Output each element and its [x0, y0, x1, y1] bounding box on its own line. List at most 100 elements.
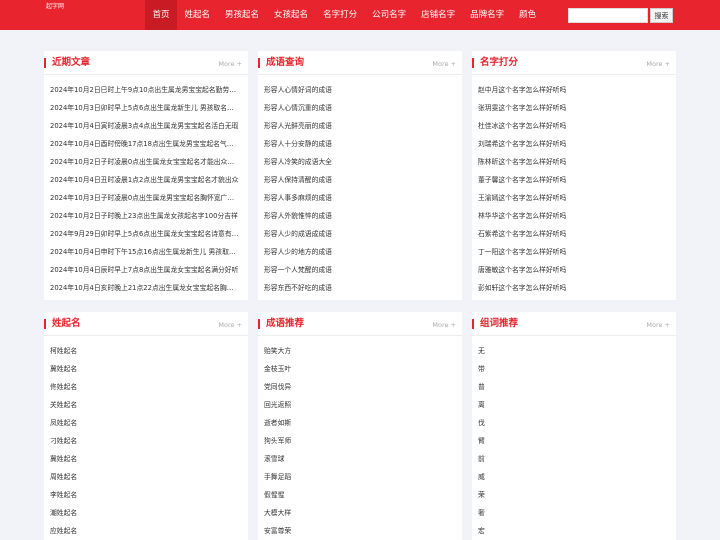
more-link[interactable]: More +: [646, 59, 670, 69]
list-item[interactable]: 应姓起名: [44, 522, 248, 540]
list-item[interactable]: 2024年10月3日子时凌晨0点出生属龙男宝宝起名胸怀宽广的名字: [44, 189, 248, 207]
main-nav: 首页 姓起名 男孩起名 女孩起名 名字打分 公司名字 店铺名字 品牌名字 颜色: [145, 0, 544, 30]
nav-item-1[interactable]: 姓起名: [177, 0, 218, 30]
nav-item-6[interactable]: 店铺名字: [414, 0, 463, 30]
list-item[interactable]: 2024年9月29日卯时早上5点6点出生属龙女宝宝起名诗意有涵养: [44, 225, 248, 243]
list-item[interactable]: 威: [472, 468, 676, 486]
list-item[interactable]: 2024年10月4日丑时凌晨1点2点出生属龙男宝宝起名才貌出众: [44, 171, 248, 189]
panel-idiom-recommend: 成语推荐 More + 贻笑大方 金枝玉叶 党同伐异 回光返照 逝者如斯 狗头军师 滚雪球手…: [257, 312, 462, 540]
list-item[interactable]: 周姓起名: [44, 468, 248, 486]
list-item[interactable]: 2024年10月2日巳时上午9点10点出生属龙男宝宝起名勤劳勇敢: [44, 81, 248, 99]
list-item[interactable]: 丁一阳这个名字怎么样好听吗: [472, 243, 676, 261]
list-item[interactable]: 手舞足蹈: [258, 468, 462, 486]
list-item[interactable]: 形容人心情好词的成语: [258, 81, 462, 99]
list-item[interactable]: 回光返照: [258, 396, 462, 414]
list-item[interactable]: 冀姓起名: [44, 360, 248, 378]
list-item[interactable]: 形容人少的地方的成语: [258, 243, 462, 261]
list-item[interactable]: 林华华这个名字怎么样好听吗: [472, 207, 676, 225]
list-item[interactable]: 宏: [472, 522, 676, 540]
panel-title: 成语查询: [257, 57, 305, 68]
list-item[interactable]: 贻笑大方: [258, 342, 462, 360]
list-item[interactable]: 金枝玉叶: [258, 360, 462, 378]
list-item[interactable]: 狗头军师: [258, 432, 462, 450]
panel-title: 近期文章: [43, 57, 91, 68]
list-item[interactable]: 赵中月这个名字怎么样好听吗: [472, 81, 676, 99]
list-item[interactable]: 刘瑞希这个名字怎么样好听吗: [472, 135, 676, 153]
article-list: 2024年10月2日巳时上午9点10点出生属龙男宝宝起名勤劳勇敢 2024年10月…: [44, 75, 248, 297]
list-item[interactable]: 大模大样: [258, 504, 462, 522]
list-item[interactable]: 离: [472, 396, 676, 414]
list-item[interactable]: 形容人十分安静的成语: [258, 135, 462, 153]
list-item[interactable]: 伐: [472, 414, 676, 432]
list-item[interactable]: 2024年10月4日酉时傍晚17点18点出生属龙男宝宝起名气质非凡: [44, 135, 248, 153]
list-item[interactable]: 前: [472, 450, 676, 468]
nav-item-5[interactable]: 公司名字: [365, 0, 414, 30]
panel-surname-naming: 姓起名 More + 柯姓起名 冀姓起名 佟姓起名 关姓起名 凤姓起名 刁姓起名 冀姓起名周…: [44, 312, 248, 540]
list-item[interactable]: 荣: [472, 486, 676, 504]
nav-item-8[interactable]: 颜色: [512, 0, 544, 30]
list-item[interactable]: 刁姓起名: [44, 432, 248, 450]
word-recommend-list: 无带普离伐臂前威荣奢宏: [472, 336, 676, 540]
list-item[interactable]: 冀姓起名: [44, 450, 248, 468]
more-link[interactable]: More +: [218, 59, 242, 69]
panel-recent-articles: 近期文章 More + 2024年10月2日巳时上午9点10点出生属龙男宝宝起名…: [43, 51, 248, 300]
list-item[interactable]: 滚雪球: [258, 450, 462, 468]
list-item[interactable]: 董子馨这个名字怎么样好听吗: [472, 171, 676, 189]
list-item[interactable]: 2024年10月4日寅时凌晨3点4点出生属龙男宝宝起名活白无瑕: [44, 117, 248, 135]
list-item[interactable]: 奢: [472, 504, 676, 522]
list-item[interactable]: 2024年10月3日卯时早上5点6点出生属龙新生儿 男孩取名字大全: [44, 99, 248, 117]
list-item[interactable]: 形容人事多麻烦的成语: [258, 189, 462, 207]
more-link[interactable]: More +: [432, 59, 456, 69]
search-button[interactable]: 搜索: [650, 8, 673, 23]
list-item[interactable]: 形容一个人梵醒的成语: [258, 261, 462, 279]
list-item[interactable]: 逝者如斯: [258, 414, 462, 432]
list-item[interactable]: 2024年10月2日子时凌晨0点出生属龙女宝宝起名才能出众的名字: [44, 153, 248, 171]
list-item[interactable]: 柯姓起名: [44, 342, 248, 360]
list-item[interactable]: 佟姓起名: [44, 378, 248, 396]
list-item[interactable]: 安富尊荣: [258, 522, 462, 540]
list-item[interactable]: 王渝嫣这个名字怎么样好听吗: [472, 189, 676, 207]
panel-name-score: 名字打分 More + 赵中月这个名字怎么样好听吗 张玥雯这个名字怎么样好听吗 杜佳…: [471, 51, 676, 300]
nav-item-7[interactable]: 品牌名字: [463, 0, 512, 30]
list-item[interactable]: 形容人保持清醒的成语: [258, 171, 462, 189]
list-item[interactable]: 形容人少的成语成成语: [258, 225, 462, 243]
list-item[interactable]: 党同伐异: [258, 378, 462, 396]
list-item[interactable]: 凤姓起名: [44, 414, 248, 432]
list-item[interactable]: 形容人冷笑的成语大全: [258, 153, 462, 171]
panel-word-recommend: 组词推荐 More + 无带普离伐臂前威荣奢宏: [471, 312, 676, 540]
list-item[interactable]: 无: [472, 342, 676, 360]
list-item[interactable]: 张玥雯这个名字怎么样好听吗: [472, 99, 676, 117]
list-item[interactable]: 关姓起名: [44, 396, 248, 414]
list-item[interactable]: 李姓起名: [44, 486, 248, 504]
list-item[interactable]: 形容人外貌惟悴的成语: [258, 207, 462, 225]
list-item[interactable]: 假惺惺: [258, 486, 462, 504]
list-item[interactable]: 普: [472, 378, 676, 396]
list-item[interactable]: 形容东西不好吃的成语: [258, 279, 462, 297]
list-item[interactable]: 2024年10月4日亥时晚上21点22点出生属龙女宝宝起名胸怀宽广: [44, 279, 248, 297]
nav-item-3[interactable]: 女孩起名: [267, 0, 316, 30]
search-input[interactable]: [568, 8, 648, 23]
list-item[interactable]: 石紫希这个名字怎么样好听吗: [472, 225, 676, 243]
more-link[interactable]: More +: [218, 320, 242, 330]
list-item[interactable]: 形容人光鲜亮丽的成语: [258, 117, 462, 135]
list-item[interactable]: 臂: [472, 432, 676, 450]
surname-list: 柯姓起名 冀姓起名 佟姓起名 关姓起名 凤姓起名 刁姓起名 冀姓起名 周姓起名 李姓起名 潮姓起名…: [44, 336, 248, 540]
nav-item-4[interactable]: 名字打分: [316, 0, 365, 30]
more-link[interactable]: More +: [646, 320, 670, 330]
site-logo[interactable]: 起字网: [46, 1, 64, 10]
list-item[interactable]: 2024年10月4日申时下午15点16点出生属龙新生儿 男孩取名字大全: [44, 243, 248, 261]
more-link[interactable]: More +: [432, 320, 456, 330]
list-item[interactable]: 形容人心情沉重的成语: [258, 99, 462, 117]
list-item[interactable]: 彭如轩这个名字怎么样好听吗: [472, 279, 676, 297]
list-item[interactable]: 潮姓起名: [44, 504, 248, 522]
panel-title: 组词推荐: [471, 318, 519, 329]
nav-item-0[interactable]: 首页: [145, 0, 178, 30]
list-item[interactable]: 陈林昕这个名字怎么样好听吗: [472, 153, 676, 171]
name-score-list: 赵中月这个名字怎么样好听吗 张玥雯这个名字怎么样好听吗 杜佳冰这个名字怎么样好听吗刘…: [472, 75, 676, 297]
list-item[interactable]: 唐雅敏这个名字怎么样好听吗: [472, 261, 676, 279]
list-item[interactable]: 2024年10月2日子时晚上23点出生属龙女孩起名字100分吉祥: [44, 207, 248, 225]
list-item[interactable]: 杜佳冰这个名字怎么样好听吗: [472, 117, 676, 135]
list-item[interactable]: 2024年10月4日辰时早上7点8点出生属龙女宝宝起名满分好听: [44, 261, 248, 279]
nav-item-2[interactable]: 男孩起名: [218, 0, 267, 30]
list-item[interactable]: 带: [472, 360, 676, 378]
